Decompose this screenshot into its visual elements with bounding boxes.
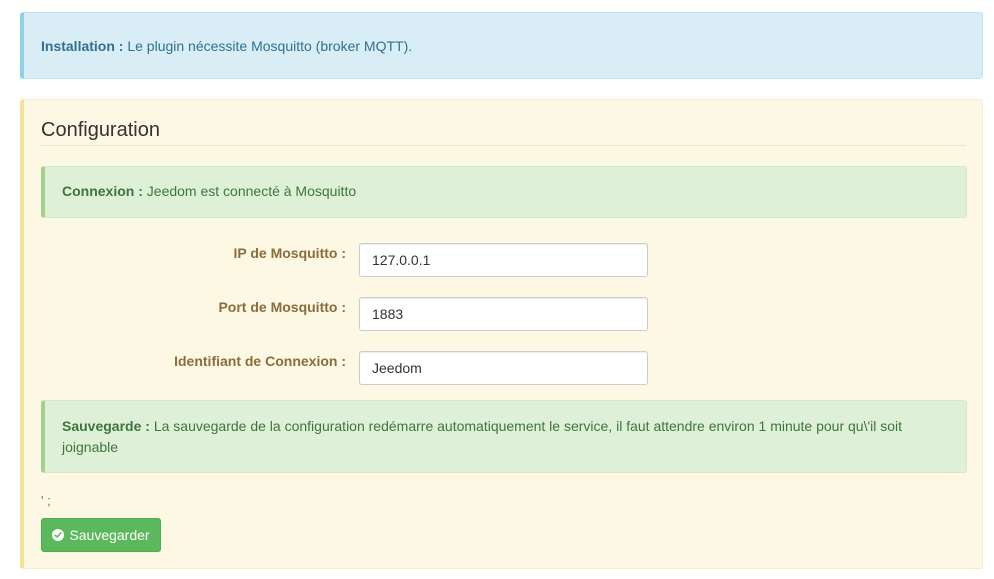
check-circle-icon xyxy=(52,529,65,541)
identifiant-form-row: Identifiant de Connexion : xyxy=(41,351,967,385)
identifiant-label: Identifiant de Connexion : xyxy=(174,353,346,369)
sauvegarde-alert: Sauvegarde : La sauvegarde de la configu… xyxy=(41,400,967,473)
sauvegarde-alert-label: Sauvegarde : xyxy=(62,418,150,434)
ip-label: IP de Mosquitto : xyxy=(233,245,346,261)
connexion-alert-label: Connexion : xyxy=(62,183,143,199)
ip-input[interactable] xyxy=(359,243,648,277)
connexion-alert: Connexion : Jeedom est connecté à Mosqui… xyxy=(41,166,967,218)
identifiant-input[interactable] xyxy=(359,351,648,385)
save-button-label: Sauvegarder xyxy=(69,527,150,543)
panel-title: Configuration xyxy=(41,118,966,146)
save-button[interactable]: Sauvegarder xyxy=(41,518,161,552)
installation-alert: Installation : Le plugin nécessite Mosqu… xyxy=(20,12,983,79)
installation-alert-label: Installation : xyxy=(41,38,124,54)
stray-text: ' ; xyxy=(41,493,51,508)
port-input[interactable] xyxy=(359,297,648,331)
port-label: Port de Mosquitto : xyxy=(218,299,346,315)
sauvegarde-alert-text: La sauvegarde de la configuration redéma… xyxy=(62,418,903,455)
installation-alert-text: Le plugin nécessite Mosquitto (broker MQ… xyxy=(127,38,413,54)
ip-form-row: IP de Mosquitto : xyxy=(41,243,967,277)
port-form-row: Port de Mosquitto : xyxy=(41,297,967,331)
configuration-panel: Configuration Connexion : Jeedom est con… xyxy=(20,99,983,569)
connexion-alert-text: Jeedom est connecté à Mosquitto xyxy=(146,183,357,199)
